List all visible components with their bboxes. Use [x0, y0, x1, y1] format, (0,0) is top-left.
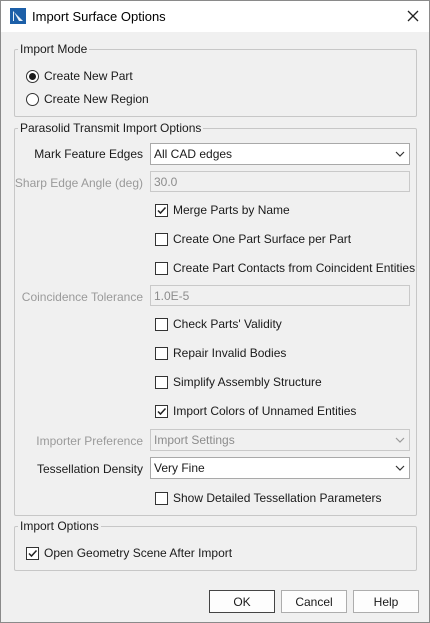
coincidence-tolerance-field[interactable]: 1.0E-5	[150, 285, 410, 306]
select-value: Import Settings	[154, 433, 235, 447]
close-button[interactable]	[397, 1, 429, 31]
checkbox-label: Import Colors of Unnamed Entities	[173, 404, 357, 418]
window-title: Import Surface Options	[32, 9, 166, 24]
ok-button[interactable]: OK	[209, 590, 275, 613]
importer-preference-label: Importer Preference	[36, 434, 143, 448]
checkmark-icon	[28, 549, 38, 557]
show-tessellation-checkbox[interactable]: Show Detailed Tessellation Parameters	[155, 490, 382, 506]
import-colors-checkbox[interactable]: Import Colors of Unnamed Entities	[155, 403, 356, 419]
help-button[interactable]: Help	[353, 590, 419, 613]
dialog-window: Import Surface Options Import Mode Creat…	[0, 0, 430, 623]
checkbox-checked[interactable]	[155, 404, 168, 418]
tessellation-density-select[interactable]: Very Fine	[150, 457, 410, 479]
checkbox[interactable]	[155, 491, 168, 505]
part-contacts-checkbox[interactable]: Create Part Contacts from Coincident Ent…	[155, 260, 415, 276]
app-logo-icon	[10, 8, 26, 24]
checkmark-icon	[157, 206, 167, 214]
mark-feature-edges-label: Mark Feature Edges	[34, 147, 143, 161]
merge-parts-checkbox[interactable]: Merge Parts by Name	[155, 202, 290, 218]
checkbox-label: Open Geometry Scene After Import	[44, 546, 233, 560]
sharp-edge-angle-label: Sharp Edge Angle (deg)	[14, 176, 143, 190]
select-value: Very Fine	[154, 461, 205, 475]
simplify-assembly-checkbox[interactable]: Simplify Assembly Structure	[155, 374, 322, 390]
checkmark-icon	[157, 407, 167, 415]
checkbox-label: Merge Parts by Name	[173, 203, 290, 217]
check-validity-checkbox[interactable]: Check Parts' Validity	[155, 316, 282, 332]
chevron-down-icon[interactable]	[391, 430, 409, 450]
radio-create-new-part[interactable]: Create New Part	[26, 68, 133, 84]
close-icon	[407, 10, 419, 22]
title-bar: Import Surface Options	[1, 1, 429, 32]
radio-button[interactable]	[26, 92, 39, 106]
tessellation-density-label: Tessellation Density	[36, 462, 143, 476]
repair-bodies-checkbox[interactable]: Repair Invalid Bodies	[155, 345, 286, 361]
radio-button-selected[interactable]	[26, 69, 39, 83]
select-value: All CAD edges	[154, 147, 233, 161]
checkbox-label: Check Parts' Validity	[173, 317, 282, 331]
coincidence-tolerance-label: Coincidence Tolerance	[21, 290, 143, 304]
checkbox[interactable]	[155, 375, 168, 389]
chevron-down-icon[interactable]	[391, 458, 409, 478]
radio-create-new-region[interactable]: Create New Region	[26, 91, 149, 107]
one-part-surface-checkbox[interactable]: Create One Part Surface per Part	[155, 231, 351, 247]
import-mode-legend: Import Mode	[18, 42, 90, 56]
radio-label: Create New Part	[44, 69, 133, 83]
checkbox-label: Create Part Contacts from Coincident Ent…	[173, 261, 416, 275]
checkbox-label: Create One Part Surface per Part	[173, 232, 352, 246]
checkbox-label: Simplify Assembly Structure	[173, 375, 322, 389]
import-options-legend: Import Options	[18, 519, 101, 533]
mark-feature-edges-select[interactable]: All CAD edges	[150, 143, 410, 165]
radio-label: Create New Region	[44, 92, 149, 106]
sharp-edge-angle-field[interactable]: 30.0	[150, 171, 410, 192]
checkbox-checked[interactable]	[155, 203, 168, 217]
checkbox-checked[interactable]	[26, 546, 39, 560]
checkbox[interactable]	[155, 232, 168, 246]
importer-preference-select[interactable]: Import Settings	[150, 429, 410, 451]
checkbox-label: Repair Invalid Bodies	[173, 346, 287, 360]
checkbox[interactable]	[155, 317, 168, 331]
cancel-button[interactable]: Cancel	[281, 590, 347, 613]
open-scene-checkbox[interactable]: Open Geometry Scene After Import	[26, 545, 232, 561]
chevron-down-icon[interactable]	[391, 144, 409, 164]
parasolid-options-legend: Parasolid Transmit Import Options	[18, 121, 204, 135]
checkbox[interactable]	[155, 346, 168, 360]
checkbox-label: Show Detailed Tessellation Parameters	[173, 491, 382, 505]
checkbox[interactable]	[155, 261, 168, 275]
